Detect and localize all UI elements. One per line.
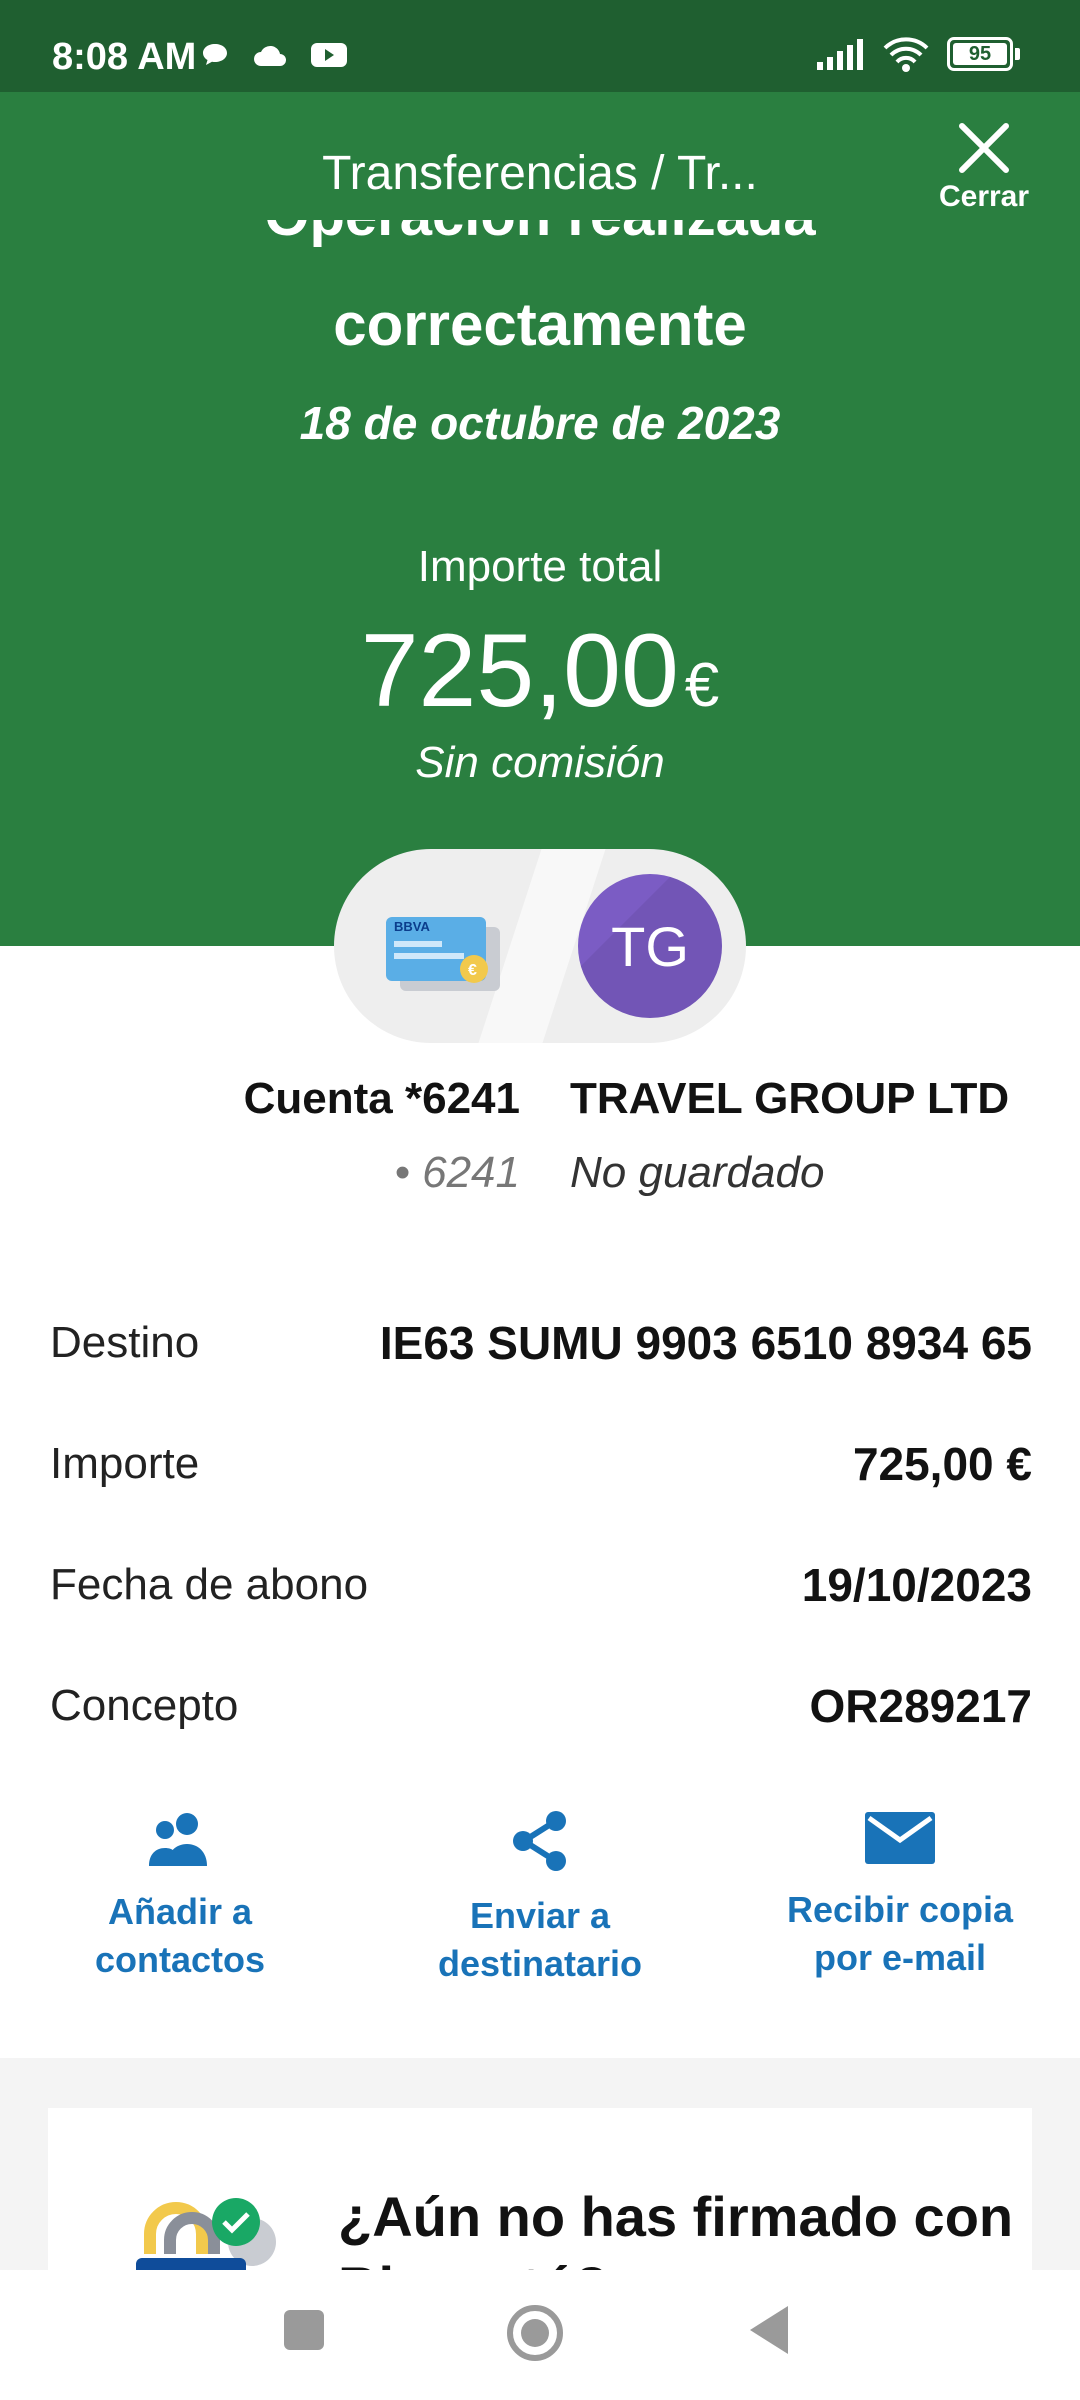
detail-label: Concepto: [50, 1681, 239, 1730]
amount-currency: €: [684, 651, 720, 720]
amount-label: Importe total: [417, 542, 663, 591]
bizum-banner-title: ¿Aún no has firmado con Bizum tú?: [338, 2185, 1014, 2270]
action-bar: Añadir a contactos Enviar a destinatario…: [0, 1810, 1080, 1988]
fee-text: Sin comisión: [415, 738, 665, 787]
amount-value: 725,00: [360, 613, 679, 729]
detail-label: Fecha de abono: [50, 1560, 369, 1609]
recipient-name: TRAVEL GROUP LTD: [570, 1074, 1010, 1123]
add-contact-label: Añadir a contactos: [94, 1891, 266, 1980]
lock-icon: [136, 2198, 276, 2270]
recipient: TRAVEL GROUP LTD No guardado: [570, 1074, 1009, 1198]
detail-label: Destino: [50, 1318, 200, 1367]
share-icon: [513, 1811, 566, 1871]
signal-icon: [817, 39, 863, 70]
confirmation-header: Transferencias / Tr... Cerrar Operación …: [0, 92, 1080, 946]
recipient-avatar: TG: [578, 874, 722, 1018]
recent-apps-icon[interactable]: [282, 2308, 326, 2352]
send-to-recipient-label: Enviar a destinatario: [437, 1895, 643, 1984]
status-bar: 8:08 AM 95: [0, 0, 1080, 92]
cloud-icon: [254, 45, 286, 66]
battery-indicator: 95: [947, 37, 1020, 71]
detail-row-destination: Destino IE63 SUMU 9903 6510 8934 65: [50, 1313, 1032, 1373]
detail-row-credit-date: Fecha de abono 19/10/2023: [50, 1555, 1032, 1615]
status-time: 8:08 AM: [52, 36, 197, 78]
close-button[interactable]: Cerrar: [924, 120, 1044, 214]
detail-row-concept: Concepto OR289217: [50, 1676, 1032, 1736]
operation-date: 18 de octubre de 2023: [299, 397, 781, 449]
battery-level: 95: [968, 42, 992, 65]
home-icon[interactable]: [506, 2304, 564, 2362]
youtube-icon: [311, 43, 347, 67]
detail-value: IE63 SUMU 9903 6510 8934 65: [379, 1317, 1032, 1369]
page-title: Transferencias / Tr...: [322, 147, 758, 200]
bank-card-icon: BBVA €: [386, 917, 500, 991]
email-copy-button[interactable]: Recibir copia por e-mail: [720, 1810, 1080, 1988]
detail-value: 19/10/2023: [801, 1559, 1032, 1611]
transfer-parties-badge: BBVA € TG: [334, 849, 746, 1043]
detail-row-amount: Importe 725,00 €: [50, 1434, 1032, 1494]
mail-icon: [865, 1812, 935, 1864]
svg-text:€: €: [468, 962, 477, 979]
detail-value: 725,00 €: [852, 1438, 1032, 1490]
back-icon[interactable]: [746, 2304, 792, 2356]
close-icon: [959, 123, 1009, 173]
wifi-icon: [883, 37, 929, 72]
svg-text:BBVA: BBVA: [394, 919, 430, 934]
bizum-banner[interactable]: ¿Aún no has firmado con Bizum tú?: [48, 2108, 1032, 2270]
send-to-recipient-button[interactable]: Enviar a destinatario: [360, 1810, 720, 1988]
origin-account: Cuenta *6241 • 6241: [244, 1074, 520, 1198]
email-copy-label: Recibir copia por e-mail: [786, 1889, 1014, 1978]
operation-title-partial: Operación realizada: [0, 220, 1080, 249]
total-amount: 725,00€: [0, 612, 1080, 731]
close-label: Cerrar: [938, 180, 1030, 213]
origin-account-name: Cuenta *6241: [243, 1074, 520, 1123]
system-nav-bar: [0, 2270, 1080, 2400]
recipient-status: No guardado: [570, 1148, 825, 1197]
operation-title: correctamente: [333, 291, 747, 358]
add-contact-button[interactable]: Añadir a contactos: [0, 1810, 360, 1988]
detail-value: OR289217: [809, 1680, 1033, 1732]
message-icon: [203, 44, 227, 65]
origin-account-number: • 6241: [394, 1148, 520, 1197]
detail-label: Importe: [50, 1439, 200, 1488]
contacts-icon: [149, 1813, 207, 1866]
